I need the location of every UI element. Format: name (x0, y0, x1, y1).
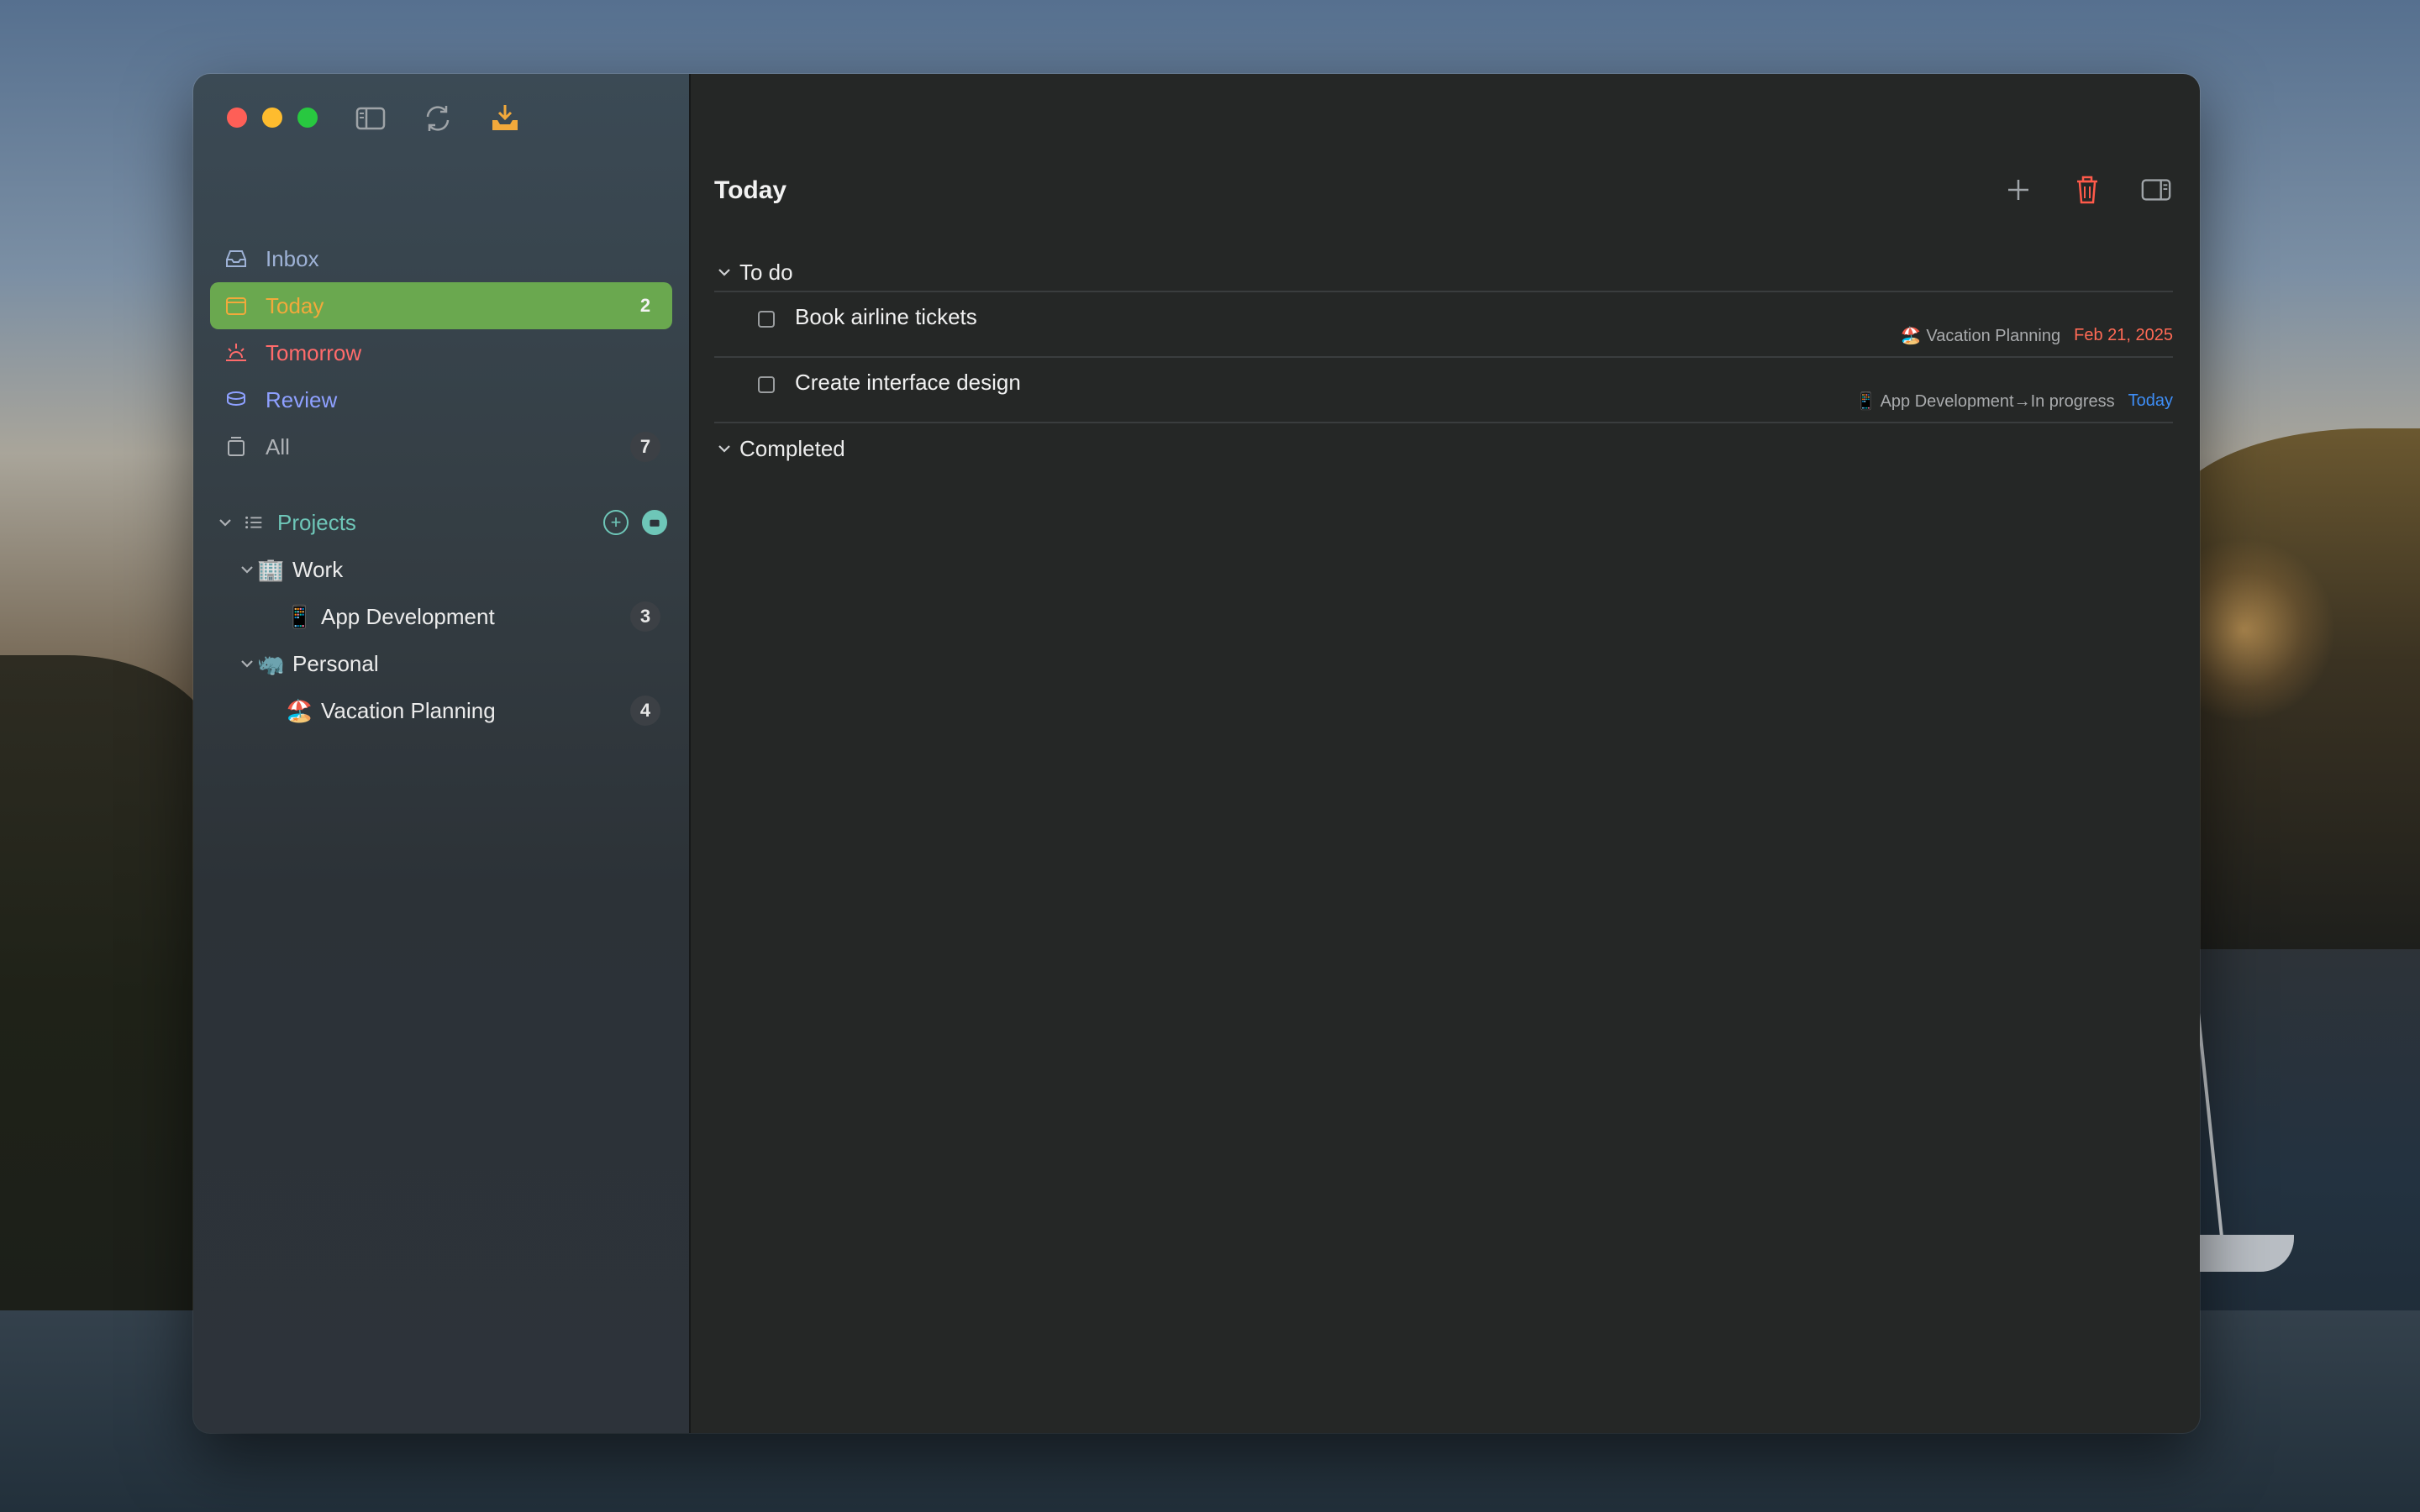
task-project[interactable]: 🏖️ Vacation Planning (1901, 325, 2060, 346)
app-window: Inbox Today 2 Tomorrow Review All 7 Proj… (193, 74, 2200, 1433)
minimize-window-button[interactable] (262, 108, 282, 128)
section-label: To do (739, 259, 793, 285)
sidebar-nav: Inbox Today 2 Tomorrow Review All 7 (210, 235, 672, 470)
divider (714, 422, 2173, 423)
completed-section-header[interactable]: Completed (714, 430, 2173, 467)
sidebar-item-inbox[interactable]: Inbox (210, 235, 672, 282)
phone-icon: 📱 (1855, 392, 1877, 411)
sidebar-item-label: Tomorrow (266, 339, 362, 365)
todo-section-header[interactable]: To do (714, 254, 2173, 291)
task-project-label: App Development→In progress (1880, 392, 2115, 411)
add-project-button[interactable]: + (603, 510, 629, 535)
count-badge: 2 (639, 295, 651, 316)
task-project-label: Vacation Planning (1926, 327, 2061, 345)
project-group-label: Personal (292, 650, 379, 676)
sidebar-item-label: Review (266, 386, 338, 412)
task-checkbox[interactable] (758, 311, 775, 328)
window-controls (227, 108, 318, 128)
task-meta: 🏖️ Vacation Planning Feb 21, 2025 (1901, 325, 2173, 346)
sunrise-icon (222, 339, 250, 367)
stack-icon (222, 386, 250, 414)
calendar-icon (222, 291, 250, 320)
task-due-date: Feb 21, 2025 (2074, 326, 2173, 344)
chevron-down-icon[interactable] (237, 559, 257, 580)
projects-header[interactable]: Projects + (210, 499, 672, 546)
count-badge: 4 (630, 696, 660, 726)
task-project[interactable]: 📱 App Development→In progress (1855, 391, 2114, 412)
plus-icon (2008, 180, 2028, 200)
task-due-date: Today (2128, 391, 2173, 410)
inbox-tray-icon (222, 244, 250, 273)
project-item-label: App Development (321, 603, 495, 629)
project-item-vacation-planning[interactable]: 🏖️ Vacation Planning 4 (210, 687, 672, 734)
beach-icon: 🏖️ (286, 697, 313, 723)
sidebar-item-label: All (266, 433, 290, 459)
chevron-down-icon[interactable] (215, 512, 235, 533)
projects-label: Projects (277, 509, 356, 535)
plus-icon: + (610, 512, 622, 533)
page-title: Today (714, 176, 787, 204)
zoom-window-button[interactable] (297, 108, 318, 128)
add-task-button[interactable] (2000, 171, 2037, 208)
tray-download-icon (492, 105, 518, 130)
main-panel: Today To do Book airline tickets 🏖️ Vaca… (691, 74, 2200, 1433)
building-icon: 🏢 (257, 556, 285, 582)
sidebar-item-label: Inbox (266, 245, 319, 271)
toggle-inspector-button[interactable] (2138, 171, 2175, 208)
sidebar-item-all[interactable]: All 7 (210, 423, 672, 470)
task-row[interactable]: Create interface design 📱 App Developmen… (714, 358, 2173, 422)
sidebar-item-review[interactable]: Review (210, 376, 672, 423)
list-icon (242, 511, 271, 534)
task-row[interactable]: Book airline tickets 🏖️ Vacation Plannin… (714, 292, 2173, 356)
import-button[interactable] (486, 99, 524, 138)
task-checkbox[interactable] (758, 376, 775, 393)
projects-section: Projects + 🏢 Work 📱 App Development 3 🦏 … (210, 499, 672, 734)
chevron-down-icon[interactable] (714, 262, 734, 282)
project-group-work[interactable]: 🏢 Work (210, 546, 672, 593)
project-item-label: Vacation Planning (321, 697, 496, 723)
task-meta: 📱 App Development→In progress Today (1855, 391, 2173, 412)
rhino-icon: 🦏 (257, 650, 285, 676)
count-badge: 7 (630, 432, 660, 462)
sync-icon (426, 106, 450, 131)
sidebar-item-label: Today (266, 292, 324, 318)
count-badge: 3 (630, 601, 660, 632)
toggle-sidebar-button[interactable] (351, 99, 390, 138)
todo-section: To do Book airline tickets 🏖️ Vacation P… (714, 254, 2173, 467)
sidebar: Inbox Today 2 Tomorrow Review All 7 Proj… (193, 74, 691, 1433)
project-group-personal[interactable]: 🦏 Personal (210, 640, 672, 687)
sidebar-item-today[interactable]: Today 2 (210, 282, 672, 329)
main-toolbar (2000, 171, 2175, 208)
project-item-app-development[interactable]: 📱 App Development 3 (210, 593, 672, 640)
phone-icon: 📱 (286, 603, 313, 629)
close-window-button[interactable] (227, 108, 247, 128)
sync-button[interactable] (418, 99, 457, 138)
delete-button[interactable] (2069, 171, 2106, 208)
sidebar-icon (355, 107, 386, 130)
sidebar-item-tomorrow[interactable]: Tomorrow (210, 329, 672, 376)
folder-icon (650, 519, 660, 527)
archive-icon (222, 433, 250, 461)
trash-icon (2077, 176, 2097, 204)
sidebar-toolbar (351, 99, 524, 138)
chevron-down-icon[interactable] (714, 438, 734, 459)
project-group-label: Work (292, 556, 344, 582)
sidebar-right-icon (2141, 179, 2171, 201)
add-folder-button[interactable] (642, 510, 667, 535)
beach-icon: 🏖️ (1900, 327, 1922, 345)
task-title: Create interface design (795, 370, 1021, 395)
chevron-down-icon[interactable] (237, 654, 257, 674)
task-title: Book airline tickets (795, 304, 977, 329)
section-label: Completed (739, 435, 845, 461)
